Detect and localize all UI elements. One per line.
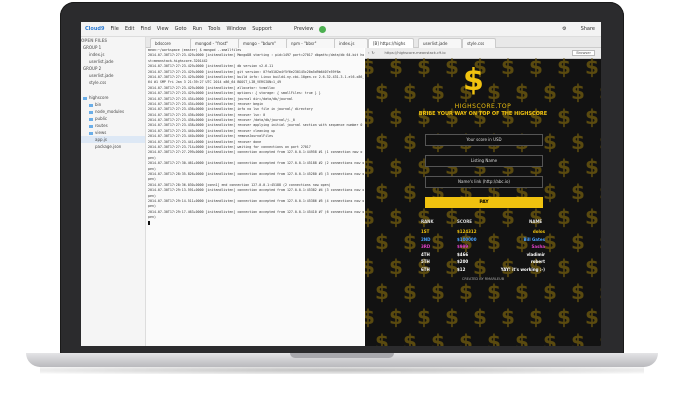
folder-item[interactable]: bin xyxy=(81,101,145,108)
leaderboard-row: 5TH $200 robert xyxy=(421,259,545,265)
menu-goto[interactable]: Goto xyxy=(175,26,187,32)
rank-cell: 3RD xyxy=(421,244,431,249)
open-file-item[interactable]: style.css xyxy=(81,79,145,86)
project-folder[interactable]: highscore xyxy=(81,94,145,101)
score-cell: $999 xyxy=(457,244,469,249)
terminal[interactable]: mean:~/workspace (master) $ mongod --sma… xyxy=(146,48,364,346)
browser-preview: ‹ ↻ https://highscore-meanstack.c9.io Br… xyxy=(365,48,601,346)
terminal-line: 2014-07-30T17:29:13.591+0000 [initandlis… xyxy=(148,188,364,193)
open-file-item[interactable]: userlist.jade xyxy=(81,72,145,79)
open-file-item[interactable]: userlist.jade xyxy=(81,58,145,65)
rank-cell: 4TH xyxy=(421,251,430,257)
name-cell[interactable]: robert xyxy=(531,259,545,264)
site-footer: CREATED BY RMARLEUB xyxy=(461,277,505,281)
terminal-line: 2014-07-30T17:29:14.511+0000 [initandlis… xyxy=(148,198,364,203)
name-cell[interactable]: YAY! it's working :-) xyxy=(501,267,545,272)
score-header: SCORE xyxy=(457,219,473,224)
file-item[interactable]: package.json xyxy=(81,143,145,150)
score-cell: $124312 xyxy=(457,229,477,234)
tab-bar: bdscore mongod - "frost" mongo - "bdum" … xyxy=(146,37,601,48)
leaderboard-row: 6TH $12 YAY! it's working :-) xyxy=(421,267,545,273)
link-input[interactable]: Name's link (http://abc.io) xyxy=(425,176,543,188)
site-brand: HIGHSCORE.TOP xyxy=(454,103,512,110)
menu-support[interactable]: Support xyxy=(252,26,272,32)
preview-button[interactable]: Preview xyxy=(294,26,313,32)
leaderboard-row: 3RD $999 Sasha xyxy=(421,244,545,250)
score-cell: $200 xyxy=(457,259,469,264)
file-item[interactable]: app.js xyxy=(81,136,145,143)
menu-window[interactable]: Window xyxy=(227,26,247,32)
menu-find[interactable]: Find xyxy=(141,26,151,32)
folder-item[interactable]: routes xyxy=(81,122,145,129)
terminal-line: 2014-07-30T17:28:35.826+0000 [initandlis… xyxy=(148,171,364,176)
gear-icon[interactable]: ⚙ xyxy=(562,26,566,32)
menu-file[interactable]: File xyxy=(110,26,118,32)
tab-mongo[interactable]: mongo - "bdum" xyxy=(238,38,288,48)
name-input[interactable]: Listing Name xyxy=(425,155,543,167)
name-header: NAME xyxy=(529,219,543,224)
name-cell[interactable]: Sasha xyxy=(531,244,545,249)
leaderboard-row: 4TH $466 vladimir xyxy=(421,252,545,258)
ide-menubar: Cloud9 File Edit Find View Goto Run Tool… xyxy=(81,22,601,37)
menu-tools[interactable]: Tools xyxy=(208,26,220,32)
tab-bdscore[interactable]: bdscore xyxy=(150,38,192,48)
terminal-line: 2014-07-30T17:29:17.463+0000 [initandlis… xyxy=(148,209,364,214)
site-tagline: BRIBE YOUR WAY ON TOP OF THE HIGHSCORE xyxy=(418,111,548,117)
tab-browser[interactable]: [B] https://highs xyxy=(368,38,414,48)
terminal-line: 2014-07-30T17:27:23.429+0000 [initandlis… xyxy=(148,53,364,58)
laptop-screen: Cloud9 File Edit Find View Goto Run Tool… xyxy=(81,22,601,346)
pay-button[interactable]: PAY xyxy=(425,197,543,208)
name-cell[interactable]: Bill Gates xyxy=(523,237,545,242)
score-cell: $466 xyxy=(457,251,469,257)
dollar-logo-icon: $ xyxy=(463,63,484,98)
score-input[interactable]: Your score in USD xyxy=(425,134,543,146)
name-cell[interactable]: vladimir xyxy=(527,252,545,257)
tab-npm[interactable]: npm - "bbsr" xyxy=(286,38,336,48)
terminal-line: 2014-07-30T17:27:30.461+0000 [initandlis… xyxy=(148,161,364,166)
tab-mongod[interactable]: mongod - "frost" xyxy=(190,38,240,48)
menu-view[interactable]: View xyxy=(157,26,169,32)
run-icon[interactable] xyxy=(319,25,327,33)
rank-header: RANK xyxy=(421,219,434,224)
file-tree: OPEN FILES GROUP 1 index.js userlist.jad… xyxy=(81,37,146,346)
laptop-base-lip xyxy=(290,353,394,358)
tab-style-css[interactable]: style.css xyxy=(462,38,496,48)
folder-item[interactable]: node_modules xyxy=(81,108,145,115)
share-button[interactable]: Share xyxy=(581,26,595,32)
score-cell: $12 xyxy=(457,266,466,272)
score-cell: $100000 xyxy=(457,236,477,242)
name-cell[interactable]: dolos xyxy=(533,229,545,234)
rank-cell: 2ND xyxy=(421,236,431,242)
laptop-shadow xyxy=(40,366,644,374)
highscore-site: $ HIGHSCORE.TOP BRIBE YOUR WAY ON TOP OF… xyxy=(365,59,601,346)
rank-cell: 6TH xyxy=(421,266,430,272)
terminal-cursor xyxy=(148,220,150,225)
terminal-line: 2014-07-30T17:27:27.299+0000 [initandlis… xyxy=(148,150,363,155)
rank-cell: 5TH xyxy=(421,259,430,264)
menu-edit[interactable]: Edit xyxy=(125,26,135,32)
folder-item[interactable]: public xyxy=(81,115,145,122)
open-file-item[interactable]: index.js xyxy=(81,51,145,58)
cloud9-logo: Cloud9 xyxy=(85,26,105,32)
rank-cell: 1ST xyxy=(421,229,430,234)
menu-run[interactable]: Run xyxy=(193,26,203,32)
leaderboard-row: 1ST $124312 dolos xyxy=(421,229,545,235)
open-group-label: GROUP 1 xyxy=(83,45,102,50)
folder-item[interactable]: views xyxy=(81,129,145,136)
tab-userlist[interactable]: userlist.jade xyxy=(418,38,462,48)
terminal-line: pen) xyxy=(148,215,156,220)
tab-index-js[interactable]: index.js xyxy=(334,38,368,48)
group2-label: GROUP 2 xyxy=(83,66,102,71)
leaderboard-row: 2ND $100000 Bill Gates xyxy=(421,237,545,243)
open-files-header: OPEN FILES xyxy=(81,38,108,43)
